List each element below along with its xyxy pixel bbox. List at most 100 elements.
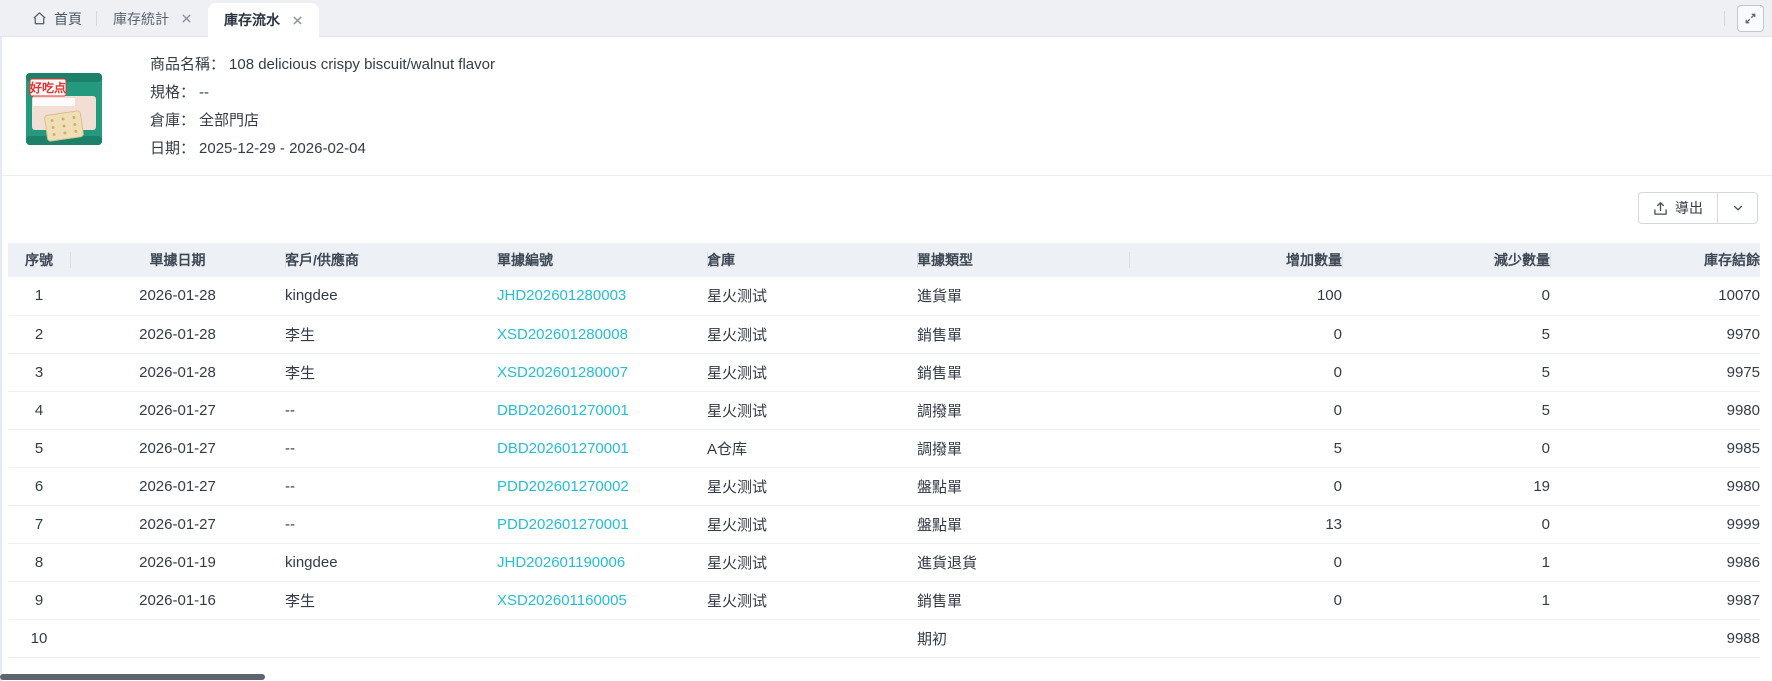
cell-doc-type: 銷售單 xyxy=(917,581,1129,620)
cell-index: 6 xyxy=(8,467,70,506)
cell-index: 1 xyxy=(8,277,70,316)
close-icon[interactable] xyxy=(181,13,192,24)
column-header-doc-type: 單據類型 xyxy=(917,243,1129,277)
cell-balance: 9980 xyxy=(1550,467,1760,506)
product-warehouse-value: 全部門店 xyxy=(199,112,260,129)
tab-inventory-flow[interactable]: 庫存流水 xyxy=(208,3,319,37)
cell-doc-no: PDD202601270002 xyxy=(497,467,707,506)
cell-doc-type: 進貨退貨 xyxy=(917,543,1129,582)
cell-partner: 李生 xyxy=(285,315,497,354)
doc-number-link[interactable]: JHD202601190006 xyxy=(497,554,625,571)
doc-number-link[interactable]: JHD202601280003 xyxy=(497,287,626,304)
cell-qty-in: 5 xyxy=(1129,429,1342,468)
cell-balance: 10070 xyxy=(1550,277,1760,316)
cell-qty-out: 19 xyxy=(1342,467,1550,506)
cell-index: 8 xyxy=(8,543,70,582)
cell-warehouse: 星火测试 xyxy=(707,581,917,620)
table-toolbar: 導出 xyxy=(0,176,1772,243)
export-button[interactable]: 導出 xyxy=(1639,193,1717,223)
doc-number-link[interactable]: PDD202601270002 xyxy=(497,478,629,495)
inventory-table-wrap: 序號 單據日期 客戶/供應商 單據編號 倉庫 單據類型 增加數量 減少數量 庫存結餘 1 2026… xyxy=(0,243,1772,658)
export-dropdown-button[interactable] xyxy=(1717,193,1757,223)
cell-index: 9 xyxy=(8,581,70,620)
column-header-index: 序號 xyxy=(8,243,70,277)
cell-date: 2026-01-27 xyxy=(70,429,285,468)
product-name-value: 108 delicious crispy biscuit/walnut flav… xyxy=(229,56,495,73)
column-header-qty-out: 減少數量 xyxy=(1342,243,1550,277)
column-header-doc-no: 單據編號 xyxy=(497,243,707,277)
cell-warehouse: 星火测试 xyxy=(707,315,917,354)
left-edge-line xyxy=(0,37,2,681)
close-icon[interactable] xyxy=(292,15,303,26)
cell-qty-in: 0 xyxy=(1129,315,1342,354)
doc-number-link[interactable]: XSD202601280007 xyxy=(497,364,628,381)
cell-partner: kingdee xyxy=(285,543,497,582)
cell-qty-in: 0 xyxy=(1129,581,1342,620)
column-header-balance: 庫存結餘 xyxy=(1550,243,1760,277)
cell-index: 2 xyxy=(8,315,70,354)
cell-warehouse: 星火测试 xyxy=(707,353,917,392)
cell-balance: 9970 xyxy=(1550,315,1760,354)
cell-qty-out: 1 xyxy=(1342,581,1550,620)
cell-index: 4 xyxy=(8,391,70,430)
cell-balance: 9985 xyxy=(1550,429,1760,468)
tab-bar-right xyxy=(1724,0,1764,37)
cell-qty-in: 0 xyxy=(1129,467,1342,506)
cell-balance: 9980 xyxy=(1550,391,1760,430)
doc-number-link[interactable]: DBD202601270001 xyxy=(497,440,629,457)
doc-number-link[interactable]: DBD202601270001 xyxy=(497,402,629,419)
table-row: 8 2026-01-19 kingdee JHD202601190006 星火测试 進貨退… xyxy=(8,543,1760,582)
cell-qty-out: 0 xyxy=(1342,429,1550,468)
cell-date: 2026-01-28 xyxy=(70,353,285,392)
product-date-value: 2025-12-29 - 2026-02-04 xyxy=(199,140,366,157)
cell-doc-no: XSD202601280008 xyxy=(497,315,707,354)
export-button-label: 導出 xyxy=(1675,200,1703,216)
doc-number-link[interactable]: XSD202601160005 xyxy=(497,592,627,609)
cell-partner: 李生 xyxy=(285,581,497,620)
cell-index: 5 xyxy=(8,429,70,468)
cell-date xyxy=(70,619,285,658)
product-name-label: 商品名稱： xyxy=(150,56,226,73)
cell-warehouse: 星火测试 xyxy=(707,543,917,582)
product-spec-value: -- xyxy=(199,84,210,101)
cell-partner: -- xyxy=(285,467,497,506)
cell-date: 2026-01-28 xyxy=(70,315,285,354)
table-header-row: 序號 單據日期 客戶/供應商 單據編號 倉庫 單據類型 增加數量 減少數量 庫存結餘 xyxy=(8,243,1760,277)
column-header-qty-in: 增加數量 xyxy=(1129,243,1342,277)
cell-warehouse: A仓库 xyxy=(707,429,917,468)
horizontal-scrollbar-thumb[interactable] xyxy=(0,674,265,680)
tab-home[interactable]: 首頁 xyxy=(18,0,96,37)
fullscreen-expand-icon xyxy=(1745,13,1756,24)
cell-warehouse: 星火测试 xyxy=(707,505,917,544)
cell-qty-out: 0 xyxy=(1342,505,1550,544)
product-summary-card: 好吃点 商品名稱： 108 delicious crispy biscuit/w… xyxy=(0,37,1772,176)
tab-bar: 首頁 庫存統計 庫存流水 xyxy=(0,0,1772,37)
cell-index: 3 xyxy=(8,353,70,392)
cell-doc-no: DBD202601270001 xyxy=(497,391,707,430)
cell-doc-no: XSD202601280007 xyxy=(497,353,707,392)
export-upload-icon xyxy=(1654,201,1667,215)
cell-qty-out: 5 xyxy=(1342,315,1550,354)
inventory-table: 序號 單據日期 客戶/供應商 單據編號 倉庫 單據類型 增加數量 減少數量 庫存結餘 1 2026… xyxy=(8,243,1760,658)
chevron-down-icon xyxy=(1733,205,1742,211)
table-row: 7 2026-01-27 -- PDD202601270001 星火测试 盤點單 13 0 99… xyxy=(8,505,1760,544)
cell-qty-in: 0 xyxy=(1129,353,1342,392)
fullscreen-button[interactable] xyxy=(1737,5,1764,32)
doc-number-link[interactable]: XSD202601280008 xyxy=(497,326,628,343)
cell-partner: kingdee xyxy=(285,277,497,316)
cell-doc-type: 盤點單 xyxy=(917,505,1129,544)
cell-partner: -- xyxy=(285,391,497,430)
doc-number-link[interactable]: PDD202601270001 xyxy=(497,516,629,533)
cell-qty-in: 0 xyxy=(1129,391,1342,430)
tab-separator xyxy=(1724,11,1725,26)
cell-warehouse: 星火测试 xyxy=(707,277,917,316)
tab-label: 庫存流水 xyxy=(224,12,280,28)
cell-qty-out: 5 xyxy=(1342,391,1550,430)
product-warehouse-field: 倉庫： 全部門店 xyxy=(150,107,495,135)
cell-warehouse: 星火测试 xyxy=(707,467,917,506)
cell-doc-no: XSD202601160005 xyxy=(497,581,707,620)
tab-inventory-stats[interactable]: 庫存統計 xyxy=(97,0,208,37)
tab-home-label: 首頁 xyxy=(54,10,82,27)
cell-balance: 9975 xyxy=(1550,353,1760,392)
cell-date: 2026-01-27 xyxy=(70,505,285,544)
